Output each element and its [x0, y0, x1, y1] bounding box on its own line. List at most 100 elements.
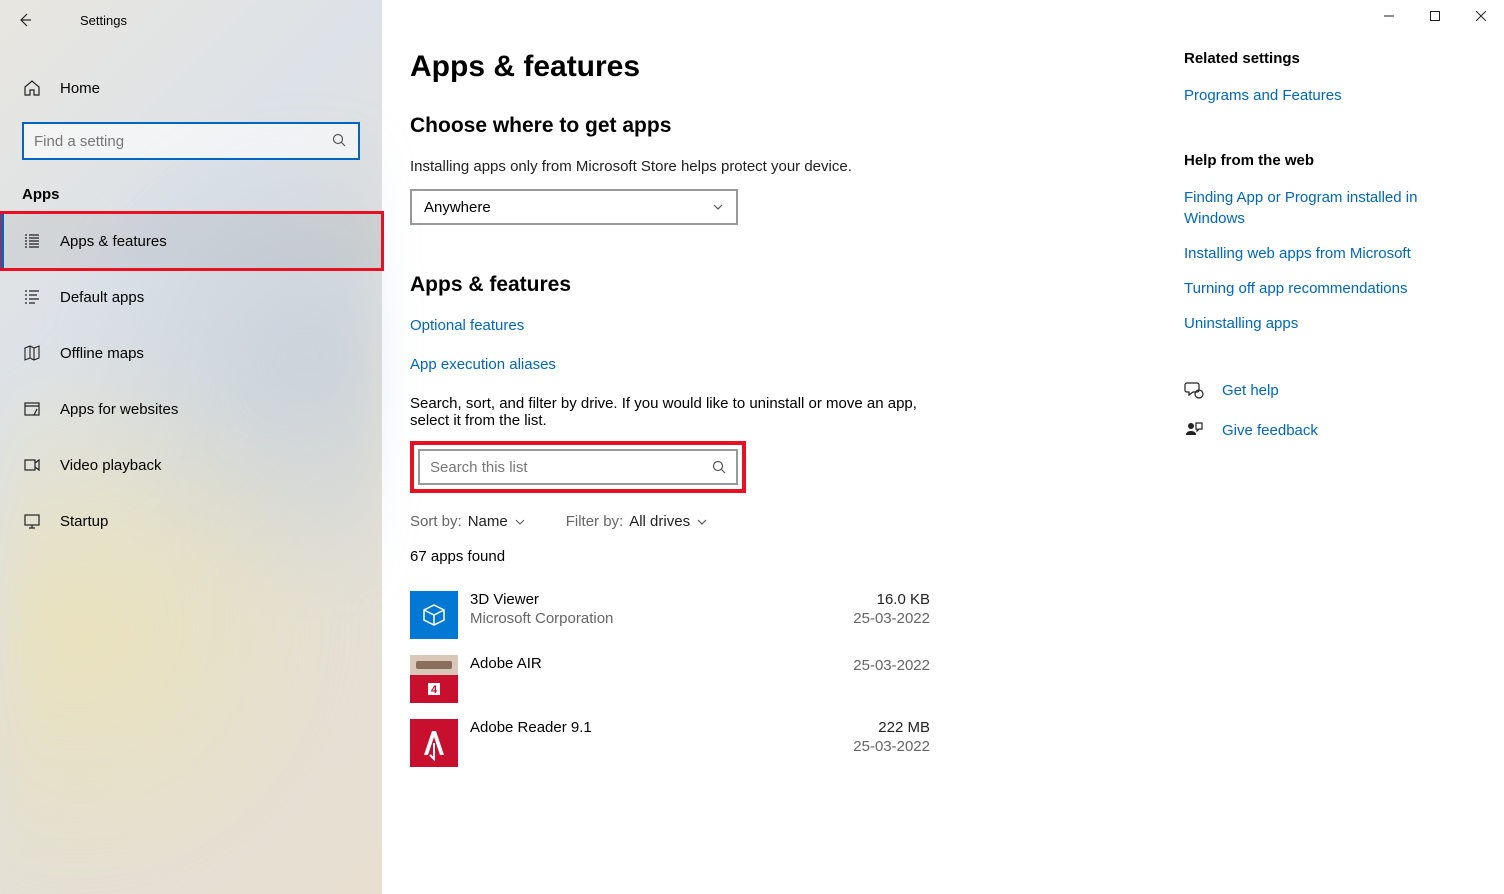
startup-icon	[22, 511, 42, 531]
app-icon: 4	[410, 655, 458, 703]
sidebar-item-startup[interactable]: Startup	[0, 493, 382, 549]
sidebar-item-label: Offline maps	[60, 345, 144, 362]
sidebar-item-label: Default apps	[60, 289, 144, 306]
maximize-button[interactable]	[1412, 0, 1458, 32]
minimize-button[interactable]	[1366, 0, 1412, 32]
help-link-uninstalling[interactable]: Uninstalling apps	[1184, 313, 1474, 334]
close-icon	[1476, 11, 1486, 21]
main: Apps & features Choose where to get apps…	[382, 0, 1504, 894]
home-label: Home	[60, 80, 100, 97]
window-title: Settings	[80, 13, 127, 28]
apps-websites-icon	[22, 399, 42, 419]
apps-features-icon	[22, 231, 42, 251]
search-icon	[712, 460, 726, 474]
video-playback-icon	[22, 455, 42, 475]
page-title: Apps & features	[410, 50, 1144, 84]
app-info: Adobe AIR	[470, 655, 853, 672]
sort-label: Sort by:	[410, 513, 462, 530]
sort-filter-row: Sort by: Name Filter by: All drives	[410, 513, 1144, 530]
minimize-icon	[1384, 11, 1394, 21]
sidebar-item-offline-maps[interactable]: Offline maps	[0, 325, 382, 381]
app-icon	[410, 719, 458, 767]
sidebar-item-label: Video playback	[60, 457, 161, 474]
search-icon	[332, 133, 348, 149]
search-list-input[interactable]: Search this list	[418, 449, 738, 485]
related-settings-section: Related settings Programs and Features	[1184, 50, 1474, 106]
sidebar-item-apps-features[interactable]: Apps & features	[0, 213, 382, 269]
svg-text:4: 4	[431, 684, 438, 696]
app-execution-aliases-link[interactable]: App execution aliases	[410, 356, 1144, 373]
app-list: 3D Viewer Microsoft Corporation 16.0 KB …	[410, 583, 1144, 775]
app-meta: 16.0 KB 25-03-2022	[853, 591, 930, 627]
related-settings-heading: Related settings	[1184, 50, 1474, 67]
give-feedback-link: Give feedback	[1222, 422, 1318, 439]
sidebar-item-label: Apps for websites	[60, 401, 178, 418]
app-name: Adobe Reader 9.1	[470, 719, 853, 736]
chevron-down-icon	[696, 516, 708, 528]
app-meta: 222 MB 25-03-2022	[853, 719, 930, 755]
app-name: 3D Viewer	[470, 591, 853, 608]
sidebar: Settings Home Apps Apps & features Defau…	[0, 0, 382, 894]
arrow-left-icon	[17, 12, 33, 28]
app-date: 25-03-2022	[853, 657, 930, 674]
section-choose-heading: Choose where to get apps	[410, 114, 1144, 138]
section-apps-heading: Apps & features	[410, 273, 1144, 297]
sort-by-control[interactable]: Sort by: Name	[410, 513, 526, 530]
help-link-installing[interactable]: Installing web apps from Microsoft	[1184, 243, 1474, 264]
home-icon	[22, 78, 42, 98]
app-source-dropdown[interactable]: Anywhere	[410, 189, 738, 225]
find-setting-input[interactable]	[34, 133, 332, 150]
dropdown-value: Anywhere	[424, 199, 491, 216]
filter-value: All drives	[629, 513, 690, 530]
app-info: 3D Viewer Microsoft Corporation	[470, 591, 853, 627]
help-link-recommendations[interactable]: Turning off app recommendations	[1184, 278, 1474, 299]
help-link-finding[interactable]: Finding App or Program installed in Wind…	[1184, 187, 1474, 229]
chevron-down-icon	[712, 201, 724, 213]
app-publisher: Microsoft Corporation	[470, 610, 853, 627]
app-name: Adobe AIR	[470, 655, 853, 672]
app-row[interactable]: 3D Viewer Microsoft Corporation 16.0 KB …	[410, 583, 930, 647]
app-date: 25-03-2022	[853, 738, 930, 755]
titlebar: Settings	[0, 0, 382, 40]
right-panel: Related settings Programs and Features H…	[1184, 0, 1504, 894]
window-controls	[1366, 0, 1504, 32]
filter-by-control[interactable]: Filter by: All drives	[566, 513, 708, 530]
close-button[interactable]	[1458, 0, 1504, 32]
search-list-highlight: Search this list	[410, 441, 746, 493]
find-setting-search[interactable]	[22, 122, 360, 160]
offline-maps-icon	[22, 343, 42, 363]
filter-label: Filter by:	[566, 513, 624, 530]
sidebar-item-default-apps[interactable]: Default apps	[0, 269, 382, 325]
content: Apps & features Choose where to get apps…	[382, 0, 1184, 894]
sidebar-item-label: Apps & features	[60, 233, 167, 250]
app-row[interactable]: Adobe Reader 9.1 222 MB 25-03-2022	[410, 711, 930, 775]
apps-count: 67 apps found	[410, 548, 1144, 565]
get-help-row[interactable]: Get help	[1184, 380, 1474, 400]
app-size: 16.0 KB	[853, 591, 930, 608]
app-size: 222 MB	[853, 719, 930, 736]
chevron-down-icon	[514, 516, 526, 528]
app-icon	[410, 591, 458, 639]
sidebar-item-apps-websites[interactable]: Apps for websites	[0, 381, 382, 437]
sidebar-item-video-playback[interactable]: Video playback	[0, 437, 382, 493]
search-list-placeholder: Search this list	[430, 459, 712, 476]
sidebar-item-label: Startup	[60, 513, 108, 530]
sidebar-category: Apps	[22, 186, 360, 203]
optional-features-link[interactable]: Optional features	[410, 317, 1144, 334]
home-nav[interactable]: Home	[0, 60, 382, 116]
app-row[interactable]: 4 Adobe AIR 25-03-2022	[410, 647, 930, 711]
sort-value: Name	[468, 513, 508, 530]
back-button[interactable]	[10, 5, 40, 35]
default-apps-icon	[22, 287, 42, 307]
app-date: 25-03-2022	[853, 610, 930, 627]
help-web-heading: Help from the web	[1184, 152, 1474, 169]
app-meta: 25-03-2022	[853, 655, 930, 674]
get-help-link: Get help	[1222, 382, 1279, 399]
give-feedback-row[interactable]: Give feedback	[1184, 420, 1474, 440]
app-info: Adobe Reader 9.1	[470, 719, 853, 736]
give-feedback-icon	[1184, 420, 1204, 440]
get-help-icon	[1184, 380, 1204, 400]
programs-features-link[interactable]: Programs and Features	[1184, 85, 1474, 106]
filter-instructions: Search, sort, and filter by drive. If yo…	[410, 395, 930, 429]
help-web-section: Help from the web Finding App or Program…	[1184, 152, 1474, 334]
